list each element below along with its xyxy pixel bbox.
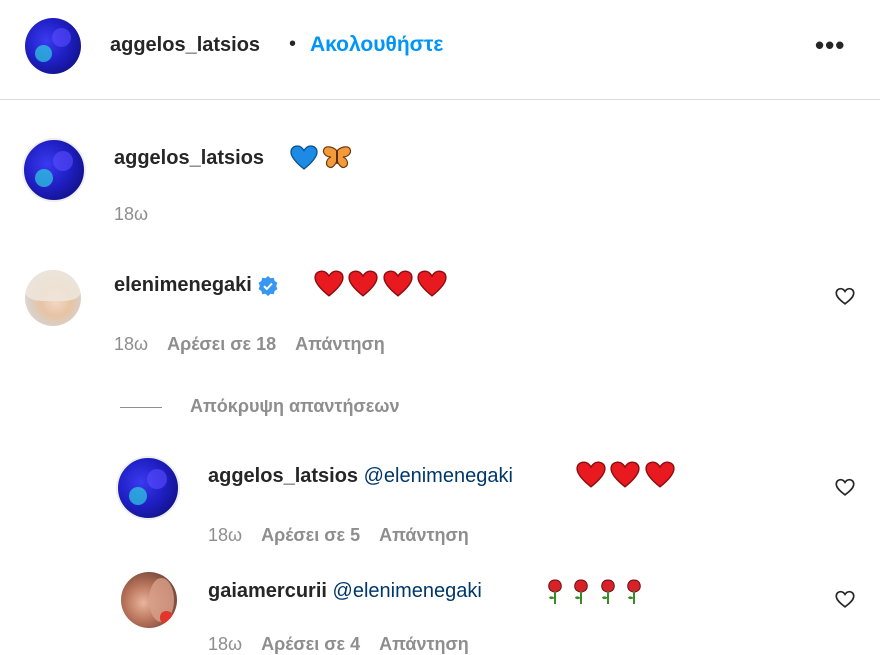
red-heart-icon <box>348 270 379 297</box>
comment-avatar[interactable] <box>25 270 81 326</box>
reply-username[interactable]: gaiamercurii <box>208 580 327 602</box>
reply-text: aggelos_latsios @elenimenegaki <box>208 465 513 488</box>
caption-avatar[interactable] <box>22 138 86 202</box>
author-avatar[interactable] <box>25 18 81 74</box>
reply-button[interactable]: Απάντηση <box>295 334 385 354</box>
red-heart-icon <box>576 461 606 488</box>
separator-dot: • <box>289 33 297 55</box>
like-heart-icon[interactable] <box>834 476 856 498</box>
reply-mention[interactable]: @elenimenegaki <box>364 465 513 487</box>
rose-icon <box>548 579 562 604</box>
comment-emojis <box>314 270 447 298</box>
reply-time: 18ω <box>208 525 243 545</box>
red-heart-icon <box>610 461 641 488</box>
hide-replies-line <box>120 407 162 408</box>
red-heart-icon <box>314 270 344 297</box>
reply-time: 18ω <box>208 634 243 654</box>
blue-heart-icon <box>290 145 318 170</box>
rose-icon <box>601 579 615 604</box>
like-heart-icon[interactable] <box>834 588 856 610</box>
reply-emojis <box>576 461 675 489</box>
reply-username[interactable]: aggelos_latsios <box>208 465 358 487</box>
butterfly-icon <box>323 146 352 169</box>
follow-button[interactable]: Ακολουθήστε <box>310 33 443 57</box>
reply-button[interactable]: Απάντηση <box>379 525 469 545</box>
rose-icon <box>627 579 642 604</box>
comment-username[interactable]: elenimenegaki <box>114 274 278 297</box>
post-header: aggelos_latsios • Ακολουθήστε ••• <box>0 0 880 100</box>
caption-emojis <box>290 145 352 171</box>
reply-button[interactable]: Απάντηση <box>379 634 469 654</box>
more-options-icon[interactable]: ••• <box>815 30 845 61</box>
reply-avatar[interactable] <box>116 456 180 520</box>
verified-badge-icon <box>258 275 278 296</box>
comment-time: 18ω <box>114 334 149 354</box>
reply-avatar[interactable] <box>121 572 177 628</box>
comment-meta: 18ω Αρέσει σε 18 Απάντηση <box>114 334 399 355</box>
rose-icon <box>574 579 589 604</box>
caption-time: 18ω <box>114 204 149 224</box>
comment-likes[interactable]: Αρέσει σε 18 <box>167 334 276 354</box>
reply-likes[interactable]: Αρέσει σε 5 <box>261 525 360 545</box>
red-heart-icon <box>645 461 675 488</box>
reply-emojis <box>544 576 645 606</box>
reply-meta: 18ω Αρέσει σε 5 Απάντηση <box>208 525 483 546</box>
red-heart-icon <box>417 270 447 297</box>
header-username[interactable]: aggelos_latsios <box>110 34 260 57</box>
reply-mention[interactable]: @elenimenegaki <box>333 580 482 602</box>
reply-text: gaiamercurii @elenimenegaki <box>208 580 482 603</box>
hide-replies-button[interactable]: Απόκρυψη απαντήσεων <box>190 396 400 417</box>
red-heart-icon <box>383 270 413 297</box>
like-heart-icon[interactable] <box>834 285 856 307</box>
caption-username[interactable]: aggelos_latsios <box>114 147 264 170</box>
reply-likes[interactable]: Αρέσει σε 4 <box>261 634 360 654</box>
